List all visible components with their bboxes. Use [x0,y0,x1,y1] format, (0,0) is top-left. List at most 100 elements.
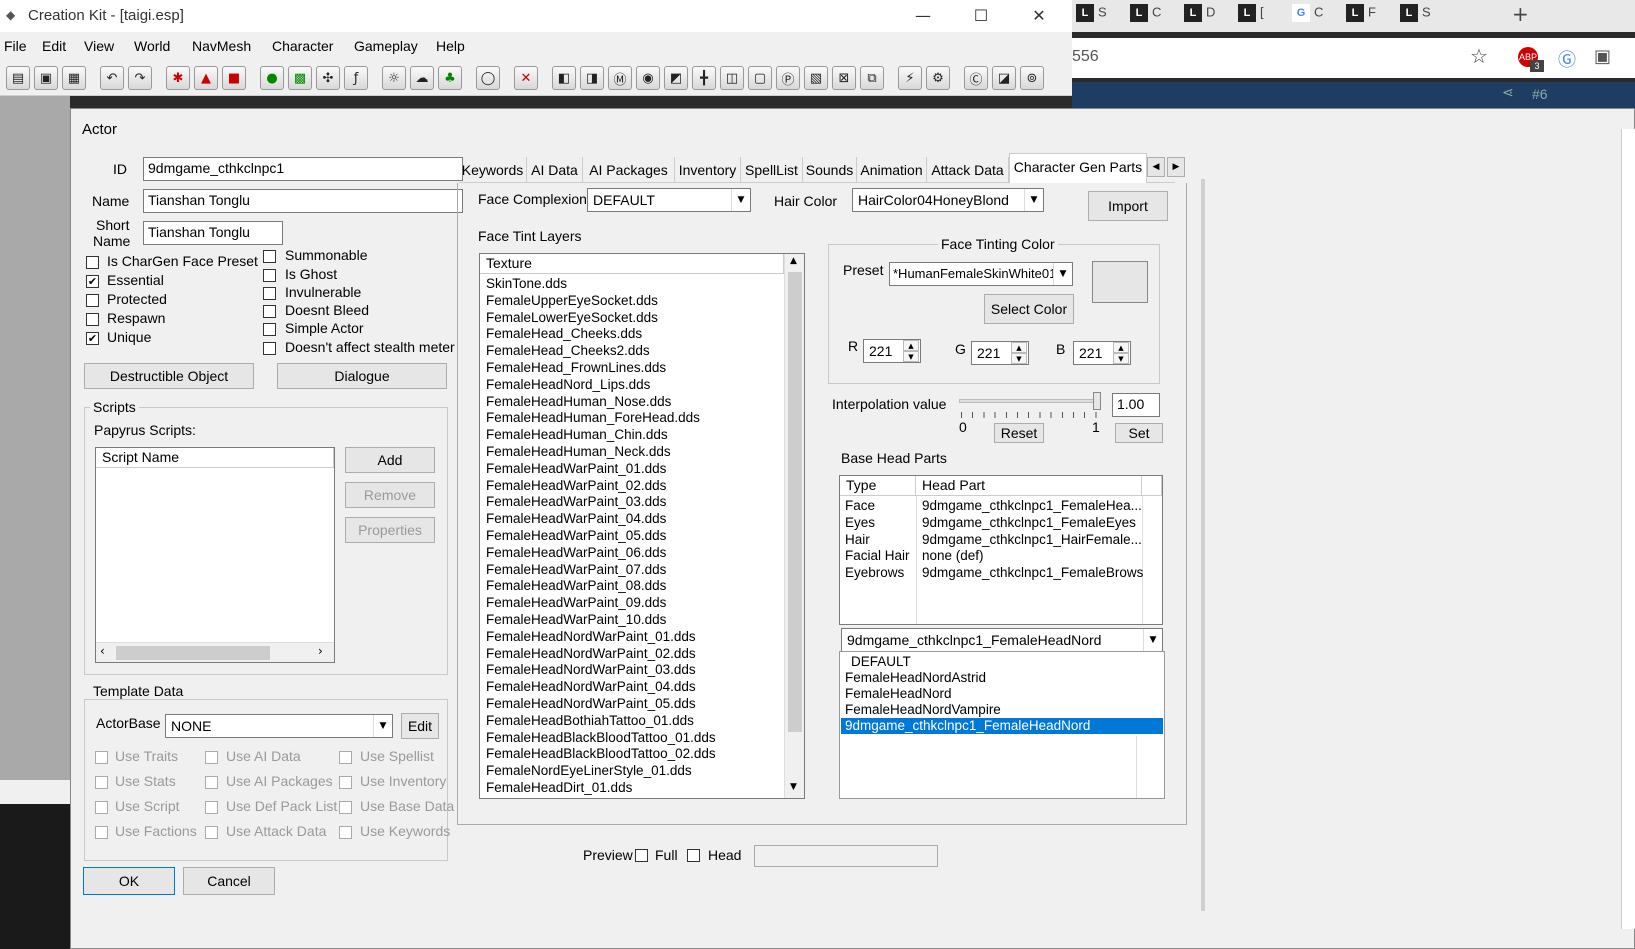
b-spinner[interactable]: 221 ▲ ▼ [1073,341,1131,365]
circle-gear-icon[interactable]: ⊚ [1020,66,1044,90]
new-tab-icon[interactable]: + [1512,2,1529,26]
short-name-field[interactable]: Tianshan Tonglu [143,221,283,245]
menu-character[interactable]: Character [272,38,333,54]
light-icon[interactable]: ☼ [382,66,406,90]
interpolation-slider-thumb[interactable] [1093,392,1101,410]
simple-actor-checkbox[interactable] [263,323,276,336]
menu-help[interactable]: Help [436,38,465,54]
menu-navmesh[interactable]: NavMesh [192,38,251,54]
list-item[interactable]: FemaleHeadBlackBloodTattoo_01.dds [486,730,716,745]
list-item[interactable]: FemaleHeadWarPaint_08.dds [486,578,666,593]
browser-tab[interactable]: LD [1184,4,1234,28]
reset-button[interactable]: Reset [994,423,1044,443]
set-button[interactable]: Set [1115,423,1163,443]
respawn-checkbox[interactable] [86,313,99,326]
list-item[interactable]: FemaleHeadWarPaint_05.dds [486,528,666,543]
list-item[interactable]: FemaleHeadWarPaint_07.dds [486,562,666,577]
tab-attack-data[interactable]: Attack Data [927,157,1009,183]
dropdown-option[interactable]: FemaleHeadNordAstrid [841,670,1163,686]
tab-keywords[interactable]: Keywords [459,157,527,183]
list-item[interactable]: FemaleHeadWarPaint_09.dds [486,595,666,610]
scroll-up-icon[interactable]: ▲ [790,256,797,266]
head-part-value[interactable]: none (def) [922,548,984,563]
face-complexion-combo[interactable]: DEFAULT ▼ [587,188,751,212]
fx-icon[interactable]: ƒ [344,66,368,90]
browser-tab[interactable]: L[ [1238,4,1288,28]
head-part-type[interactable]: Facial Hair [845,548,910,563]
head-part-value[interactable]: 9dmgame_cthkclnpc1_FemaleEyes [922,515,1136,530]
full-checkbox[interactable] [635,849,648,862]
destructible-object-button[interactable]: Destructible Object [84,363,254,389]
list-item[interactable]: FemaleLowerEyeSocket.dds [486,310,658,325]
list-item[interactable]: FemaleHeadNordWarPaint_02.dds [486,646,696,661]
type-header[interactable]: Type [840,476,916,496]
spin-up-icon[interactable]: ▲ [903,340,919,351]
head-part-type[interactable]: Eyebrows [845,565,904,580]
summonable-checkbox[interactable] [263,250,276,263]
dropdown-option[interactable]: DEFAULT [841,654,1163,670]
open-icon[interactable]: ▤ [6,66,30,90]
scroll-thumb[interactable] [788,272,802,732]
grid-icon[interactable]: ╋ [692,66,716,90]
browser-tab[interactable]: LC [1130,4,1180,28]
scroll-right-icon[interactable]: › [318,644,323,658]
scroll-left-icon[interactable]: ‹ [100,644,105,658]
cube-3-icon[interactable]: ◩ [664,66,688,90]
use-inventory-checkbox[interactable] [339,776,352,789]
list-item[interactable]: FemaleHeadNordWarPaint_01.dds [486,629,696,644]
list-item[interactable]: FemaleHeadNord_Lips.dds [486,377,650,392]
head-part-value[interactable]: 9dmgame_cthkclnpc1_HairFemale... [922,532,1142,547]
list-item[interactable]: FemaleHeadHuman_ForeHead.dds [486,410,700,425]
head-part-type[interactable]: Eyes [845,515,875,530]
essential-checkbox[interactable]: ✔ [86,275,99,288]
list-item[interactable]: FemaleHead_FrownLines.dds [486,360,666,375]
m-icon[interactable]: Ⓜ [608,66,632,90]
use-def-pack-list-checkbox[interactable] [205,801,218,814]
script-name-header[interactable]: Script Name [96,448,334,468]
script-properties-button[interactable]: Properties [345,517,435,543]
list-item[interactable]: SkinTone.dds [486,276,567,291]
use-traits-checkbox[interactable] [95,751,108,764]
r-spinner[interactable]: 221 ▲ ▼ [863,339,921,363]
scroll-down-icon[interactable]: ▼ [790,782,797,792]
head-part-value[interactable]: 9dmgame_cthkclnpc1_FemaleHea... [922,498,1142,513]
cross-box-icon[interactable]: ⊠ [832,66,856,90]
tab-animation[interactable]: Animation [857,157,927,183]
menu-view[interactable]: View [84,38,114,54]
tab-ai-data[interactable]: AI Data [527,157,583,183]
head-part-dropdown-list[interactable]: DEFAULT FemaleHeadNordAstrid FemaleHeadNor… [839,651,1165,799]
list-item[interactable]: FemaleHead_Cheeks.dds [486,326,642,341]
links-icon[interactable]: ⧉ [860,66,884,90]
preferences-icon[interactable]: ▦ [62,66,86,90]
box-icon[interactable]: ◫ [720,66,744,90]
hair-color-combo[interactable]: HairColor04HoneyBlond ▼ [852,188,1044,212]
sky-icon[interactable]: ☁ [410,66,434,90]
remove-script-button[interactable]: Remove [345,482,435,508]
panel-splitter[interactable] [1201,179,1205,911]
tab-ai-packages[interactable]: AI Packages [583,157,675,183]
head-part-combo[interactable]: 9dmgame_cthkclnpc1_FemaleHeadNord ▼ [841,628,1163,652]
edit-actorbase-button[interactable]: Edit [401,713,439,739]
ok-button[interactable]: OK [83,867,175,895]
is-ghost-checkbox[interactable] [263,269,276,282]
invulnerable-checkbox[interactable] [263,287,276,300]
maximize-icon[interactable]: ☐ [958,4,1004,28]
tab-sounds[interactable]: Sounds [803,157,857,183]
browser-tab[interactable]: LS [1076,4,1126,28]
use-base-data-checkbox[interactable] [339,801,352,814]
use-stats-checkbox[interactable] [95,776,108,789]
protected-checkbox[interactable] [86,294,99,307]
use-attack-data-checkbox[interactable] [205,826,218,839]
list-item[interactable]: FemaleHeadWarPaint_03.dds [486,494,666,509]
browser-tab[interactable]: LF [1346,4,1396,28]
list-item[interactable]: FemaleHeadNordWarPaint_03.dds [486,662,696,677]
head-parts-table[interactable]: Type Head Part Face 9dmgame_cthkclnpc1_Fe… [839,475,1163,625]
menu-world[interactable]: World [134,38,170,54]
warning-icon[interactable]: ✕ [514,66,538,90]
list-item[interactable]: FemaleHead_Cheeks2.dds [486,343,650,358]
use-keywords-checkbox[interactable] [339,826,352,839]
tab-scroll-left-icon[interactable]: ◀ [1147,157,1165,177]
select-color-button[interactable]: Select Color [984,294,1074,324]
c-icon[interactable]: Ⓒ [964,66,988,90]
interpolation-value-field[interactable]: 1.00 [1112,393,1160,417]
